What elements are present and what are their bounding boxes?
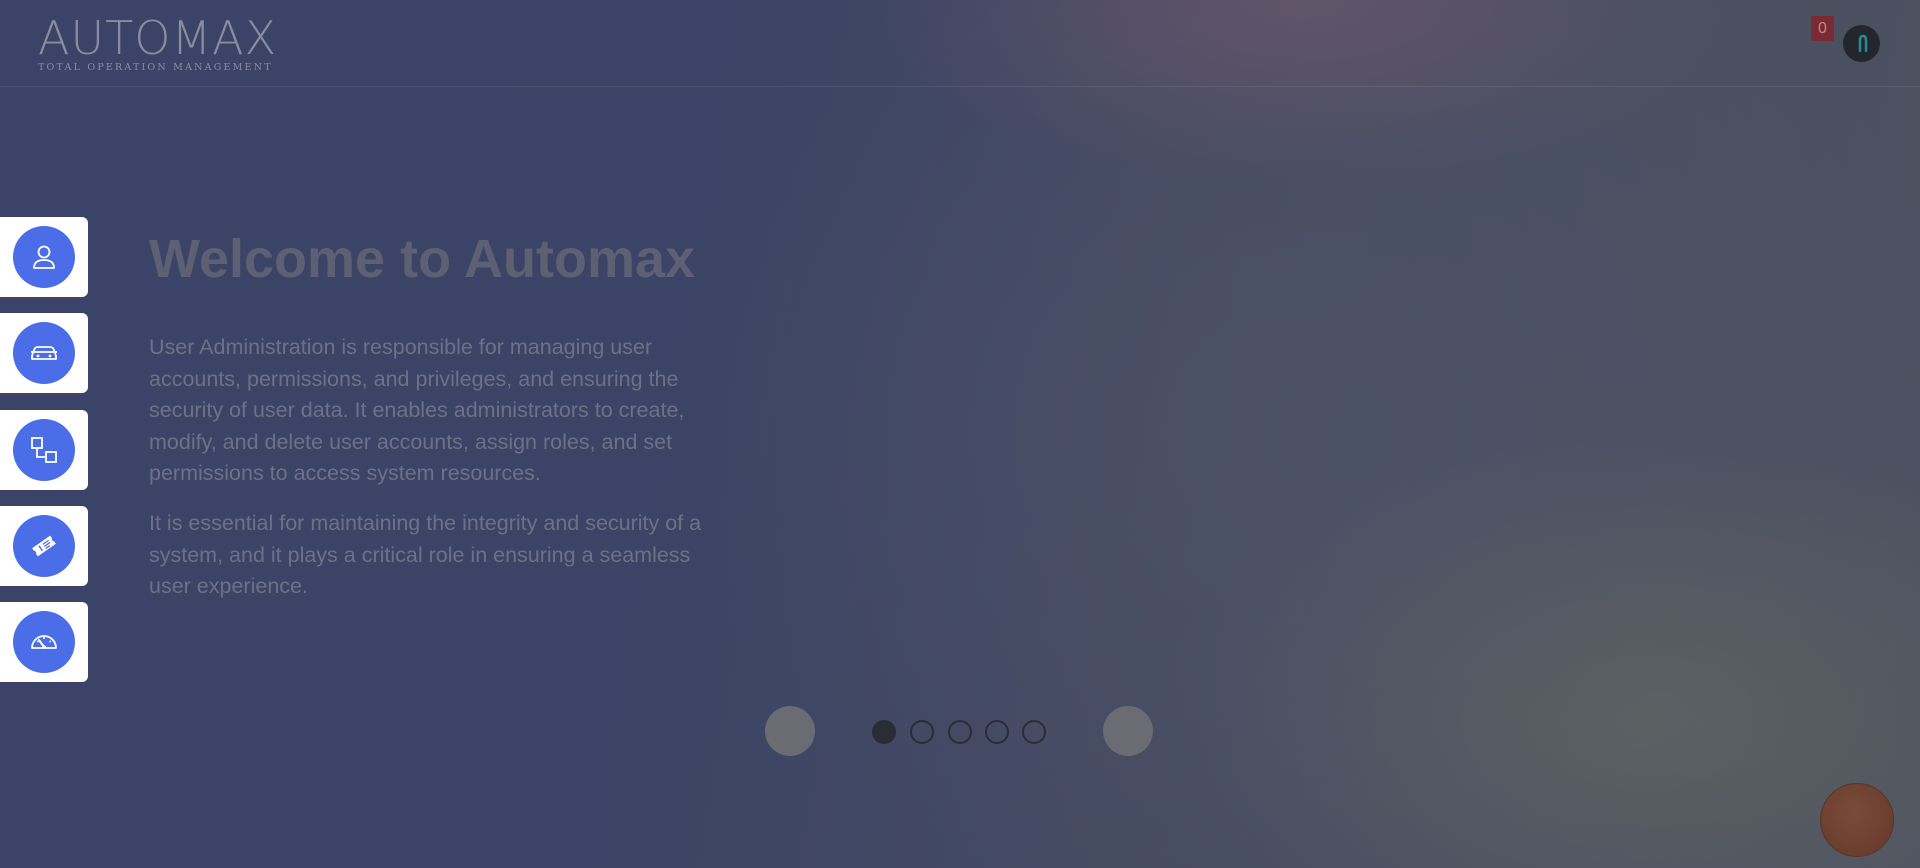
carousel-dot-4[interactable] [985, 720, 1009, 744]
welcome-title: Welcome to Automax [149, 229, 696, 289]
sidenav-item-dashboard[interactable] [0, 602, 88, 682]
sidenav-item-circle [13, 515, 75, 577]
carousel-prev-button[interactable] [765, 706, 815, 756]
sidenav-item-user-administration[interactable] [0, 217, 88, 297]
user-icon [33, 245, 55, 269]
sidenav-item-tickets[interactable] [0, 506, 88, 586]
carousel-dot-5[interactable] [1022, 720, 1046, 744]
logo-tagline: TOTAL OPERATION MANAGEMENT [38, 62, 273, 73]
speedometer-icon [31, 635, 57, 649]
sidenav-item-workflow[interactable] [0, 410, 88, 490]
carousel-dot-3[interactable] [948, 720, 972, 744]
sidenav-item-circle [13, 419, 75, 481]
sidenav-item-vehicles[interactable] [0, 313, 88, 393]
automax-logo[interactable]: AUTOMAX TOTAL OPERATION MANAGEMENT [38, 11, 278, 73]
sidenav-item-circle [13, 322, 75, 384]
carousel-dot-2[interactable] [910, 720, 934, 744]
workflow-icon [31, 437, 57, 463]
logo-wordmark: AUTOMAX [38, 11, 278, 65]
description-paragraph-1: User Administration is responsible for m… [149, 335, 685, 485]
notification-badge[interactable]: 0 [1811, 16, 1834, 41]
top-header: AUTOMAX TOTAL OPERATION MANAGEMENT 0 [0, 0, 1920, 87]
sidenav-item-circle [13, 611, 75, 673]
description-paragraph-2: It is essential for maintaining the inte… [149, 511, 702, 598]
carousel-dot-1[interactable] [872, 720, 896, 744]
sidenav-item-circle [13, 226, 75, 288]
carousel-next-button[interactable] [1103, 706, 1153, 756]
avatar-icon [1858, 34, 1868, 53]
car-icon [31, 346, 57, 360]
floating-action-button[interactable] [1820, 783, 1894, 857]
user-avatar[interactable] [1843, 25, 1880, 62]
ticket-icon [32, 535, 56, 557]
